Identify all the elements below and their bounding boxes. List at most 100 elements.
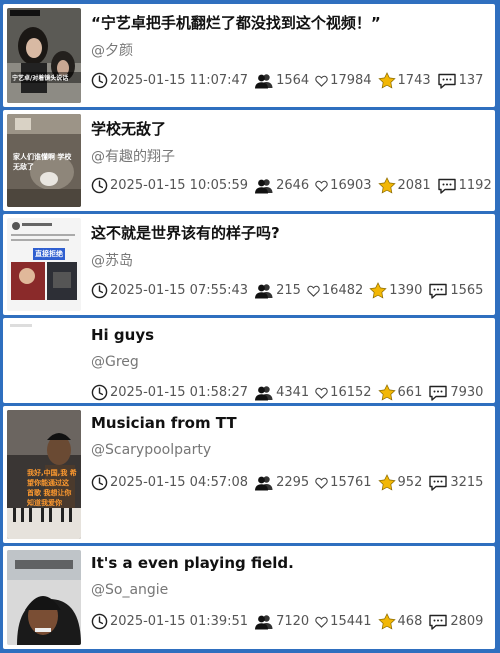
favorites-count[interactable]: 2081 <box>377 177 431 194</box>
publish-time: 2025-01-15 01:58:27 <box>91 384 248 401</box>
followers-value: 4341 <box>276 385 310 400</box>
publish-time: 2025-01-15 11:07:47 <box>91 72 248 89</box>
comment-icon[interactable] <box>428 614 448 630</box>
followers-icon <box>254 475 274 491</box>
video-title[interactable]: It's a even playing field. <box>91 554 487 572</box>
clock-icon <box>91 177 108 194</box>
followers-icon <box>254 385 274 401</box>
video-card-1[interactable]: 宁艺卓/对着镜头说话 “宁艺卓把手机翻烂了都没找到这个视频！” @夕颜 2025… <box>3 4 495 107</box>
followers-count: 215 <box>254 283 301 299</box>
followers-icon <box>254 178 274 194</box>
favorites-value: 2081 <box>397 178 431 193</box>
comment-icon[interactable] <box>437 178 457 194</box>
followers-value: 215 <box>276 283 301 298</box>
thumbnail-caption: 家人们谁懂啊 学校无敌了 <box>13 153 72 171</box>
followers-value: 7120 <box>276 614 310 629</box>
heart-icon[interactable] <box>315 477 328 489</box>
followers-icon <box>254 614 274 630</box>
comment-icon[interactable] <box>428 283 448 299</box>
comment-icon[interactable] <box>428 475 448 491</box>
video-thumbnail[interactable] <box>7 550 81 645</box>
video-stats: 2025-01-15 01:58:27 4341 16152 661 7930 <box>91 384 491 401</box>
thumbnail-caption: 宁艺卓/对着镜头说话 <box>11 72 81 83</box>
star-icon[interactable] <box>369 282 387 299</box>
publish-time: 2025-01-15 04:57:08 <box>91 474 248 491</box>
star-icon[interactable] <box>377 474 396 491</box>
video-card-5[interactable]: 我好,中国,我 希望你能通过这 首歌 我想让你 知道我爱你 Musician f… <box>3 406 495 543</box>
likes-count[interactable]: 16482 <box>307 283 363 298</box>
followers-value: 1564 <box>276 73 310 88</box>
video-card-3[interactable]: 直接拒绝 这不就是世界该有的样子吗? @苏岛 2025-01-15 07:55:… <box>3 214 495 315</box>
video-author[interactable]: @Scarypoolparty <box>91 442 211 458</box>
followers-count: 4341 <box>254 385 309 401</box>
comments-value: 7930 <box>450 385 484 400</box>
comments-count[interactable]: 7930 <box>428 385 483 401</box>
publish-time-value: 2025-01-15 01:39:51 <box>110 614 249 629</box>
star-icon[interactable] <box>377 384 396 401</box>
star-icon[interactable] <box>377 613 396 630</box>
comment-icon[interactable] <box>437 73 457 89</box>
star-icon[interactable] <box>377 177 396 194</box>
video-author[interactable]: @So_angie <box>91 582 168 598</box>
comments-count[interactable]: 1565 <box>428 283 483 299</box>
video-card-6[interactable]: It's a even playing field. @So_angie 202… <box>3 546 495 649</box>
favorites-count[interactable]: 468 <box>377 613 422 630</box>
followers-icon <box>254 73 274 89</box>
favorites-value: 1743 <box>397 73 431 88</box>
publish-time: 2025-01-15 01:39:51 <box>91 613 248 630</box>
comments-count[interactable]: 1192 <box>437 178 492 194</box>
publish-time: 2025-01-15 07:55:43 <box>91 282 248 299</box>
video-author[interactable]: @夕颜 <box>91 40 133 60</box>
video-thumbnail[interactable]: 我好,中国,我 希望你能通过这 首歌 我想让你 知道我爱你 <box>7 410 81 539</box>
favorites-value: 1390 <box>389 283 423 298</box>
star-icon[interactable] <box>377 72 396 89</box>
video-title[interactable]: 这不就是世界该有的样子吗? <box>91 222 487 243</box>
likes-value: 15441 <box>330 614 372 629</box>
followers-value: 2646 <box>276 178 310 193</box>
thumbnail-label: 直接拒绝 <box>33 248 65 260</box>
video-author[interactable]: @苏岛 <box>91 250 133 270</box>
video-author[interactable]: @有趣的翔子 <box>91 146 175 166</box>
likes-count[interactable]: 16152 <box>315 385 372 400</box>
comments-value: 1192 <box>458 178 492 193</box>
video-feed: 宁艺卓/对着镜头说话 “宁艺卓把手机翻烂了都没找到这个视频！” @夕颜 2025… <box>0 0 500 653</box>
heart-icon[interactable] <box>315 616 328 628</box>
favorites-count[interactable]: 1390 <box>369 282 422 299</box>
likes-value: 16152 <box>330 385 372 400</box>
likes-count[interactable]: 15441 <box>315 614 372 629</box>
favorites-value: 952 <box>397 475 423 490</box>
likes-count[interactable]: 15761 <box>315 475 372 490</box>
likes-count[interactable]: 17984 <box>315 73 372 88</box>
video-stats: 2025-01-15 07:55:43 215 16482 1390 1565 <box>91 282 491 299</box>
video-card-2[interactable]: 家人们谁懂啊 学校无敌了 学校无敌了 @有趣的翔子 2025-01-15 10:… <box>3 110 495 211</box>
video-author[interactable]: @Greg <box>91 354 139 370</box>
heart-icon[interactable] <box>315 387 328 399</box>
video-title[interactable]: “宁艺卓把手机翻烂了都没找到这个视频！” <box>91 12 487 33</box>
video-thumbnail[interactable]: 宁艺卓/对着镜头说话 <box>7 8 81 103</box>
comments-count[interactable]: 3215 <box>428 475 483 491</box>
likes-count[interactable]: 16903 <box>315 178 372 193</box>
video-title[interactable]: 学校无敌了 <box>91 118 487 139</box>
publish-time-value: 2025-01-15 04:57:08 <box>110 475 249 490</box>
comments-value: 2809 <box>450 614 484 629</box>
comments-value: 1565 <box>450 283 484 298</box>
heart-icon[interactable] <box>315 75 328 87</box>
video-thumbnail[interactable] <box>7 322 81 399</box>
favorites-count[interactable]: 661 <box>377 384 422 401</box>
comment-icon[interactable] <box>428 385 448 401</box>
video-title[interactable]: Musician from TT <box>91 414 487 432</box>
likes-value: 15761 <box>330 475 372 490</box>
comments-count[interactable]: 2809 <box>428 614 483 630</box>
heart-icon[interactable] <box>307 285 320 297</box>
comments-value: 137 <box>458 73 484 88</box>
favorites-count[interactable]: 1743 <box>377 72 431 89</box>
video-thumbnail[interactable]: 直接拒绝 <box>7 218 81 311</box>
video-title[interactable]: Hi guys <box>91 326 487 344</box>
clock-icon <box>91 72 108 89</box>
favorites-count[interactable]: 952 <box>377 474 423 491</box>
video-card-4[interactable]: Hi guys @Greg 2025-01-15 01:58:27 4341 1… <box>3 318 495 403</box>
heart-icon[interactable] <box>315 180 328 192</box>
video-thumbnail[interactable]: 家人们谁懂啊 学校无敌了 <box>7 114 81 207</box>
publish-time-value: 2025-01-15 01:58:27 <box>110 385 249 400</box>
comments-count[interactable]: 137 <box>437 73 484 89</box>
